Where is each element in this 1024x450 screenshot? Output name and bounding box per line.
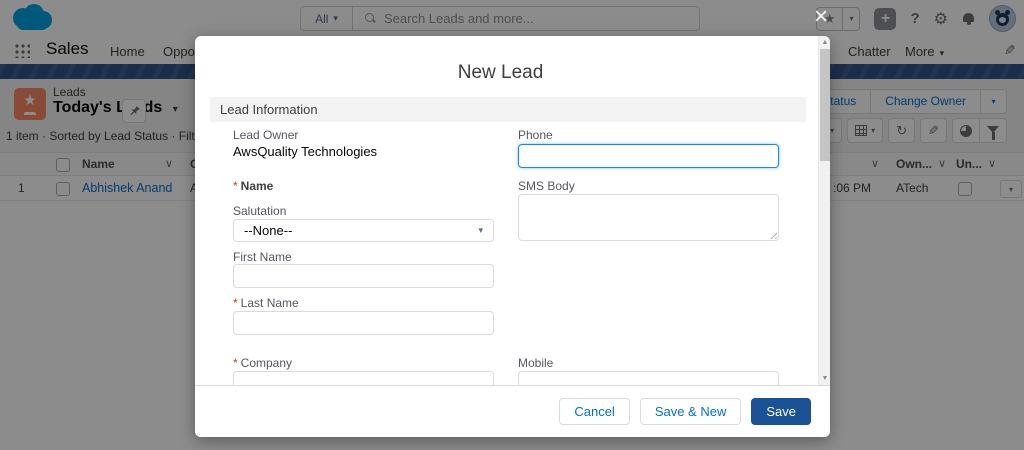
sms-body-label: SMS Body [518, 179, 575, 193]
close-icon[interactable]: × [808, 4, 834, 30]
mobile-input[interactable] [518, 371, 779, 385]
modal-body: New Lead Lead Information Lead Owner Aws… [195, 36, 818, 385]
phone-label: Phone [518, 128, 553, 142]
name-group-label: *Name [233, 179, 273, 193]
new-lead-modal: New Lead Lead Information Lead Owner Aws… [195, 36, 830, 437]
mobile-label: Mobile [518, 356, 553, 370]
sms-body-textarea[interactable] [518, 194, 779, 241]
scroll-up-icon[interactable]: ▲ [819, 39, 831, 46]
first-name-input[interactable] [233, 264, 494, 288]
required-asterisk: * [233, 179, 238, 193]
save-button[interactable]: Save [751, 398, 811, 425]
lead-owner-label: Lead Owner [233, 128, 298, 142]
lead-owner-value: AwsQuality Technologies [233, 144, 377, 159]
first-name-label: First Name [233, 250, 292, 264]
chevron-down-icon: ▾ [478, 220, 483, 241]
last-name-input[interactable] [233, 311, 494, 335]
modal-scrollbar: ▲ ▼ [818, 36, 830, 385]
salutation-value: --None-- [244, 223, 292, 238]
required-asterisk: * [233, 296, 238, 310]
required-asterisk: * [233, 356, 238, 370]
phone-input[interactable] [518, 144, 779, 168]
company-label: *Company [233, 356, 292, 370]
scroll-down-icon[interactable]: ▼ [819, 375, 831, 382]
salesforce-app: All ▾ ★ ▾ + ? ⚙ Sales [0, 0, 1024, 450]
salutation-label: Salutation [233, 204, 286, 218]
salutation-select[interactable]: --None-- ▾ [233, 219, 494, 242]
modal-footer: Cancel Save & New Save [195, 385, 830, 437]
save-and-new-button[interactable]: Save & New [640, 398, 742, 425]
modal-title: New Lead [195, 62, 806, 84]
last-name-label: *Last Name [233, 296, 299, 310]
company-input[interactable] [233, 371, 494, 385]
section-header-lead-information: Lead Information [210, 97, 806, 122]
cancel-button[interactable]: Cancel [559, 398, 629, 425]
scrollbar-thumb[interactable] [820, 49, 830, 161]
